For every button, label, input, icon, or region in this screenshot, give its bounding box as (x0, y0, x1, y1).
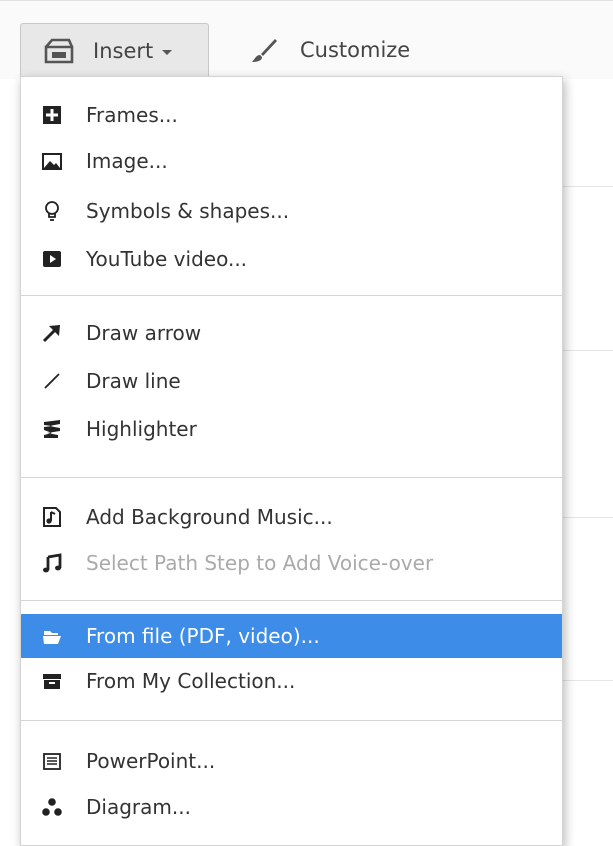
customize-button[interactable]: Customize (240, 25, 420, 75)
menu-item-add-background-music[interactable]: Add Background Music... (21, 495, 562, 539)
menu-divider (21, 720, 562, 721)
menu-divider (21, 600, 562, 601)
top-toolbar: Insert Customize (0, 0, 613, 79)
menu-item-powerpoint[interactable]: PowerPoint... (21, 739, 562, 783)
menu-item-label: Add Background Music... (86, 505, 333, 529)
chevron-down-icon (162, 50, 173, 55)
music-note-icon (43, 553, 62, 573)
menu-item-label: Highlighter (86, 417, 197, 441)
collection-box-icon (43, 674, 61, 689)
menu-item-voice-over[interactable]: Select Path Step to Add Voice-over (21, 541, 562, 585)
lightbulb-icon (45, 201, 59, 221)
menu-item-label: Symbols & shapes... (86, 199, 290, 223)
folder-open-icon (43, 631, 61, 644)
menu-item-label: Diagram... (86, 795, 191, 819)
menu-item-highlighter[interactable]: Highlighter (21, 407, 562, 451)
insert-box-icon (44, 38, 74, 63)
arrow-icon (42, 325, 60, 343)
menu-item-label: Image... (86, 149, 168, 173)
menu-item-label: PowerPoint... (86, 749, 216, 773)
menu-item-frames[interactable]: Frames... (21, 93, 562, 137)
diagram-icon (42, 798, 62, 816)
youtube-play-icon (43, 251, 61, 267)
frame-plus-icon (43, 106, 61, 124)
menu-item-label: YouTube video... (86, 247, 248, 271)
menu-item-from-my-collection[interactable]: From My Collection... (21, 659, 562, 703)
menu-item-label: Select Path Step to Add Voice-over (86, 551, 434, 575)
background-divider (563, 680, 613, 681)
menu-item-draw-line[interactable]: Draw line (21, 359, 562, 403)
background-divider (563, 517, 613, 518)
powerpoint-icon (43, 753, 61, 770)
insert-label: Insert (93, 38, 154, 63)
menu-item-diagram[interactable]: Diagram... (21, 785, 562, 829)
music-file-icon (43, 507, 61, 527)
menu-divider (21, 295, 562, 296)
customize-label: Customize (300, 38, 411, 62)
line-icon (44, 373, 60, 389)
menu-item-label: Draw line (86, 369, 181, 393)
image-icon (42, 153, 62, 170)
background-divider (563, 186, 613, 187)
menu-item-image[interactable]: Image... (21, 139, 562, 183)
menu-item-label: Draw arrow (86, 321, 202, 345)
brush-icon (252, 39, 277, 62)
highlighter-icon (44, 420, 60, 438)
background-divider (563, 350, 613, 351)
menu-item-from-file[interactable]: From file (PDF, video)... (21, 614, 562, 658)
menu-item-label: Frames... (86, 103, 178, 127)
menu-divider (21, 477, 562, 478)
menu-item-youtube-video[interactable]: YouTube video... (21, 237, 562, 281)
menu-item-draw-arrow[interactable]: Draw arrow (21, 311, 562, 355)
menu-item-label: From file (PDF, video)... (86, 624, 320, 648)
insert-button[interactable]: Insert (20, 23, 209, 77)
menu-item-symbols-shapes[interactable]: Symbols & shapes... (21, 189, 562, 233)
menu-item-label: From My Collection... (86, 669, 296, 693)
insert-dropdown-menu: Frames... Image... Symbols & shapes... Y… (20, 76, 563, 846)
